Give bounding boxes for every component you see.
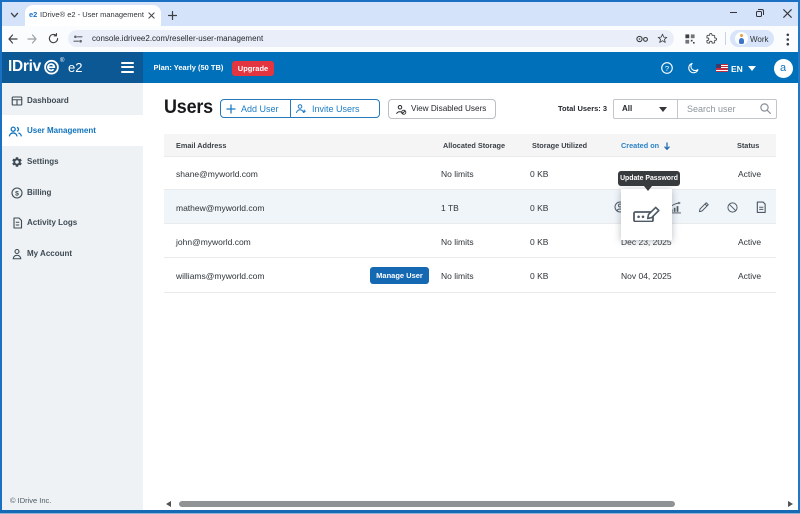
svg-text:$: $ xyxy=(15,190,19,197)
svg-text:?: ? xyxy=(665,64,669,73)
